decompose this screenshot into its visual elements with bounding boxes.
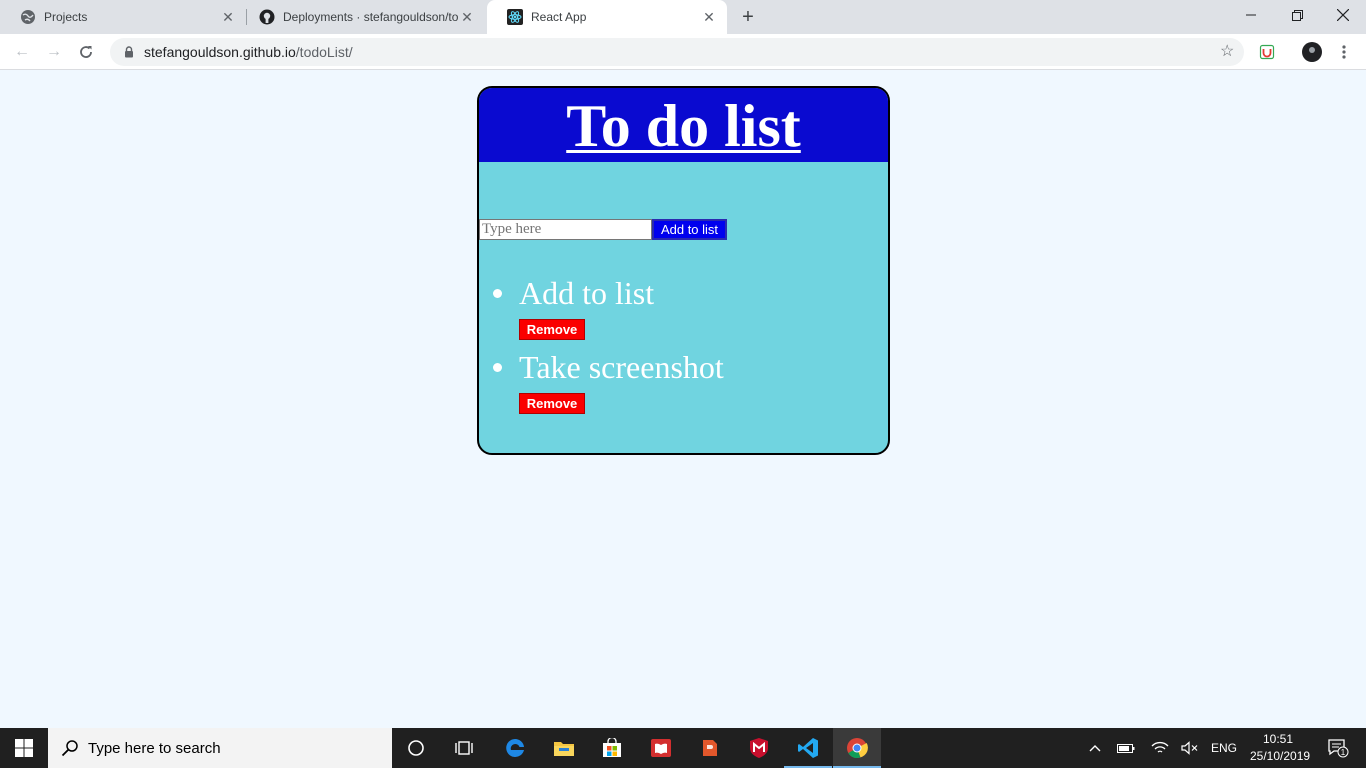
react-icon (507, 9, 523, 25)
taskbar-search-box[interactable]: Type here to search (48, 728, 392, 768)
globe-icon (20, 9, 36, 25)
restore-icon[interactable] (1274, 0, 1320, 30)
add-to-list-button[interactable]: Add to list (652, 219, 727, 240)
add-item-form: Add to list (479, 219, 727, 240)
url-host: stefangouldson.github.io (144, 44, 296, 60)
profile-avatar-icon[interactable] (1298, 38, 1326, 66)
reload-icon[interactable] (72, 38, 100, 66)
tab-deployments[interactable]: Deployments · stefangouldson/to ✕ (239, 0, 485, 34)
task-view-icon[interactable] (440, 728, 488, 768)
page-title: To do list (566, 93, 801, 159)
remove-button[interactable]: Remove (519, 319, 585, 340)
clock-date: 25/10/2019 (1250, 749, 1311, 763)
microsoft-store-icon[interactable] (588, 728, 636, 768)
browser-tab-strip: Projects ✕ Deployments · stefangouldson/… (0, 0, 1366, 34)
browser-menu-icon[interactable] (1330, 38, 1358, 66)
mcafee-icon[interactable] (735, 728, 783, 768)
book-reader-icon[interactable] (637, 728, 685, 768)
tab-react-app[interactable]: React App ✕ (487, 0, 727, 34)
close-tab-icon[interactable]: ✕ (220, 9, 236, 25)
close-tab-icon[interactable]: ✕ (701, 9, 717, 25)
todo-input[interactable] (479, 219, 652, 240)
vscode-icon[interactable] (784, 728, 832, 768)
todo-item-text: Take screenshot (519, 349, 724, 385)
lock-icon (122, 45, 136, 59)
windows-start-icon[interactable] (0, 728, 48, 768)
tab-title: React App (531, 10, 587, 24)
battery-icon[interactable] (1114, 728, 1138, 768)
taskbar-clock[interactable]: 10:51 25/10/2019 (1250, 731, 1311, 765)
list-item: Take screenshot Remove (479, 345, 888, 419)
app-icon[interactable] (686, 728, 734, 768)
clock-time: 10:51 (1262, 732, 1294, 746)
input-language-indicator[interactable]: ENG (1208, 728, 1240, 768)
tab-title: Deployments · stefangouldson/to (283, 10, 459, 24)
new-tab-button[interactable]: + (736, 5, 760, 29)
minimize-icon[interactable] (1228, 0, 1274, 30)
file-explorer-icon[interactable] (540, 728, 588, 768)
browser-toolbar: ← → stefangouldson.github.io/todoList/ ☆ (0, 34, 1366, 70)
list-item: Add to list Remove (479, 271, 888, 345)
remove-button[interactable]: Remove (519, 393, 585, 414)
todo-item-text: Add to list (519, 275, 655, 311)
search-placeholder: Type here to search (88, 739, 221, 757)
bullet-icon (493, 363, 502, 372)
todo-list: Add to list Remove Take screenshot Remov… (479, 271, 888, 419)
show-hidden-icons-chevron-icon[interactable] (1084, 728, 1106, 768)
url-path: /todoList/ (295, 44, 353, 60)
github-icon (259, 9, 275, 25)
volume-muted-icon[interactable] (1178, 728, 1202, 768)
notification-count: 1 (1341, 748, 1346, 757)
todo-header: To do list (479, 88, 888, 162)
close-tab-icon[interactable]: ✕ (459, 9, 475, 25)
search-icon (60, 738, 80, 758)
cortana-icon[interactable] (392, 728, 440, 768)
extension-icon[interactable] (1253, 38, 1281, 66)
bookmark-star-icon[interactable]: ☆ (1220, 44, 1236, 60)
back-arrow-icon[interactable]: ← (8, 38, 36, 66)
url-text: stefangouldson.github.io/todoList/ (144, 44, 353, 60)
close-window-icon[interactable] (1320, 0, 1366, 30)
address-bar[interactable]: stefangouldson.github.io/todoList/ ☆ (110, 38, 1244, 66)
todo-card: To do list Add to list Add to list Remov… (477, 86, 890, 455)
wifi-icon[interactable] (1148, 728, 1172, 768)
tab-projects[interactable]: Projects ✕ (0, 0, 246, 34)
windows-taskbar: Type here to search ENG 10:51 25/10/2019… (0, 728, 1366, 768)
chrome-icon[interactable] (833, 728, 881, 768)
edge-browser-icon[interactable] (491, 728, 539, 768)
bullet-icon (493, 289, 502, 298)
tab-title: Projects (44, 10, 88, 24)
forward-arrow-icon[interactable]: → (40, 38, 68, 66)
notification-center-icon[interactable]: 1 (1318, 728, 1358, 768)
